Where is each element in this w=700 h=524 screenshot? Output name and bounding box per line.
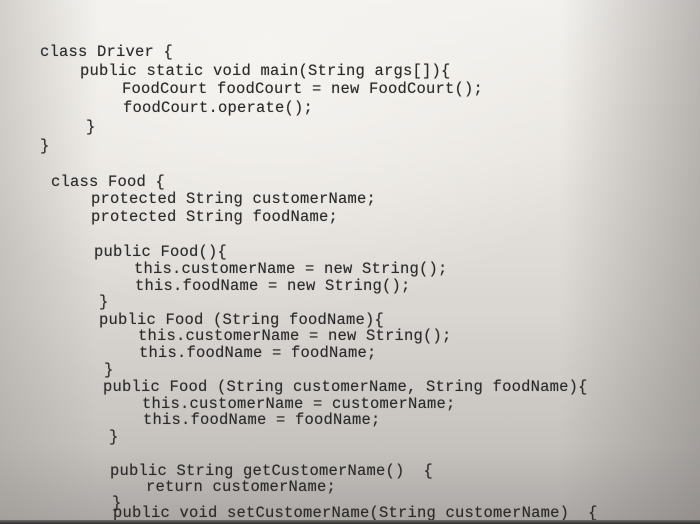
code-line: protected String foodName; [91,208,339,226]
code-line: } [40,137,50,155]
code-line: } [104,361,114,379]
code-line: public Food (String customerName, String… [103,378,588,396]
code-line: this.foodName = new String(); [135,277,411,295]
code-line: } [86,118,96,136]
code-line: protected String customerName; [91,190,377,208]
code-line: } [99,293,109,311]
code-line: return customerName; [146,478,337,496]
code-line: } [109,428,119,446]
monitor-bezel-edge [0,520,700,524]
code-line: this.customerName = new String(); [134,260,448,278]
code-line: public Food(){ [94,243,228,261]
code-line: foodCourt.operate(); [123,99,314,117]
code-line: public static void main(String args[]){ [80,62,451,80]
code-line: FoodCourt foodCourt = new FoodCourt(); [122,80,484,98]
code-line: this.foodName = foodName; [139,344,377,362]
code-line: class Driver { [40,43,174,61]
code-line: this.customerName = new String(); [138,327,452,345]
code-line: this.foodName = foodName; [143,411,381,429]
code-line: class Food { [51,173,166,191]
code-listing: class Driver { public static void main(S… [0,0,700,524]
